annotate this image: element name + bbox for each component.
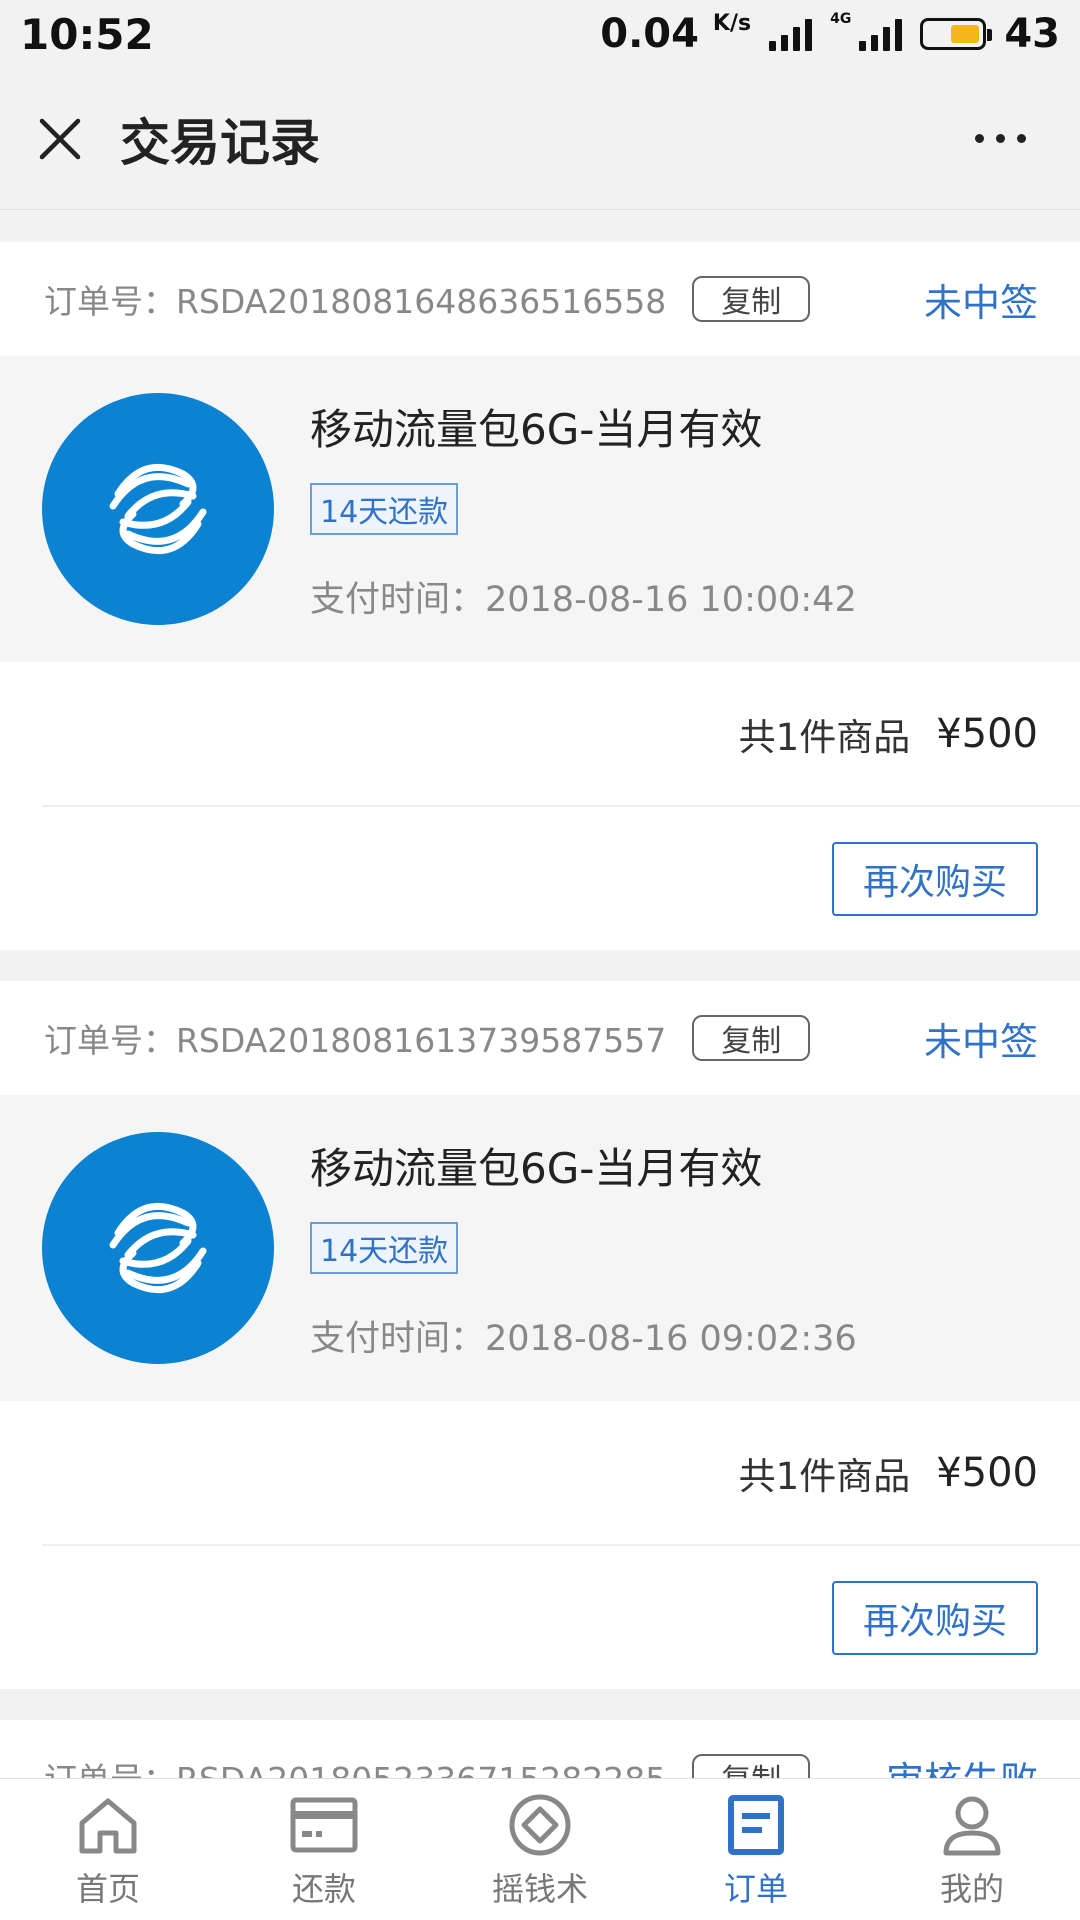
home-icon: [73, 1790, 143, 1860]
order-status: 审核失败: [886, 1750, 1038, 1779]
copy-button[interactable]: 复制: [692, 276, 811, 322]
more-button[interactable]: [960, 99, 1040, 179]
order-status: 未中签: [923, 280, 1038, 325]
close-icon: [39, 118, 81, 159]
order-status: 未中签: [923, 1019, 1038, 1064]
tab-orders[interactable]: 订单: [648, 1779, 864, 1920]
product-name: 移动流量包6G-当月有效: [310, 405, 763, 454]
tab-label: 订单: [723, 1869, 788, 1908]
pay-time: 支付时间：2018-08-16 10:00:42: [310, 580, 857, 620]
network-speed-unit: K/s: [712, 11, 752, 36]
page-title: 交易记录: [120, 113, 320, 172]
order-actions: 再次购买: [0, 807, 1080, 950]
china-mobile-logo-icon: [42, 393, 274, 625]
tab-home[interactable]: 首页: [0, 1779, 216, 1920]
order-icon: [721, 1790, 791, 1860]
copy-button[interactable]: 复制: [692, 1754, 811, 1778]
order-header: 订单号：RSDA2018081648636516558 复制 未中签: [0, 242, 1080, 356]
tab-label: 我的: [939, 1869, 1004, 1908]
order-summary: 共1件商品 ¥500: [42, 662, 1080, 807]
card-icon: [289, 1790, 359, 1860]
repay-tag: 14天还款: [310, 1222, 459, 1274]
tab-mine[interactable]: 我的: [864, 1779, 1080, 1920]
rebuy-button[interactable]: 再次购买: [832, 1580, 1038, 1655]
product-name: 移动流量包6G-当月有效: [310, 1144, 763, 1193]
order-list[interactable]: 订单号：RSDA2018081648636516558 复制 未中签 移动流量包…: [0, 211, 1080, 1778]
network-speed-value: 0.04: [600, 11, 699, 57]
status-bar: 10:52 0.04 K/s 4G 43: [0, 0, 1080, 68]
tab-label: 首页: [75, 1869, 140, 1908]
status-time: 10:52: [20, 9, 154, 59]
coin-icon: [505, 1790, 575, 1860]
order-number: 订单号：RSDA2018081613739587557: [44, 1021, 667, 1060]
order-card: 订单号：RSDA2018052336715282285 复制 审核失败: [0, 1720, 1080, 1778]
order-product[interactable]: 移动流量包6G-当月有效 14天还款 支付时间：2018-08-16 09:02…: [0, 1095, 1080, 1401]
network-type: 4G: [830, 11, 852, 27]
order-number: 订单号：RSDA2018081648636516558: [44, 282, 667, 321]
wifi-signal-icon: [769, 17, 813, 51]
order-summary: 共1件商品 ¥500: [42, 1401, 1080, 1546]
order-price: ¥500: [936, 710, 1038, 757]
close-button[interactable]: [20, 99, 100, 179]
order-actions: 再次购买: [0, 1546, 1080, 1689]
product-info: 移动流量包6G-当月有效 14天还款 支付时间：2018-08-16 10:00…: [310, 396, 857, 622]
order-card: 订单号：RSDA2018081613739587557 复制 未中签 移动流量包…: [0, 981, 1080, 1689]
rebuy-button[interactable]: 再次购买: [832, 841, 1038, 916]
bottom-tab-bar: 首页 还款 摇钱术 订单 我的: [0, 1778, 1080, 1920]
item-count: 共1件商品: [738, 1454, 911, 1498]
nav-header: 交易记录: [0, 68, 1080, 210]
tab-label: 还款: [291, 1869, 356, 1908]
order-card: 订单号：RSDA2018081648636516558 复制 未中签 移动流量包…: [0, 242, 1080, 950]
pay-time: 支付时间：2018-08-16 09:02:36: [310, 1319, 857, 1359]
user-icon: [937, 1790, 1007, 1860]
order-header: 订单号：RSDA2018052336715282285 复制 审核失败: [0, 1720, 1080, 1778]
battery-level: 43: [1004, 11, 1060, 57]
order-header: 订单号：RSDA2018081613739587557 复制 未中签: [0, 981, 1080, 1095]
order-product[interactable]: 移动流量包6G-当月有效 14天还款 支付时间：2018-08-16 10:00…: [0, 356, 1080, 662]
china-mobile-logo-icon: [42, 1132, 274, 1364]
item-count: 共1件商品: [738, 715, 911, 759]
more-icon: [974, 134, 984, 143]
product-info: 移动流量包6G-当月有效 14天还款 支付时间：2018-08-16 09:02…: [310, 1135, 857, 1361]
order-number: 订单号：RSDA2018052336715282285: [44, 1753, 666, 1778]
tab-label: 摇钱术: [491, 1869, 588, 1908]
network-speed: 0.04 K/s: [600, 11, 751, 57]
copy-button[interactable]: 复制: [692, 1015, 811, 1061]
battery-icon: [920, 18, 993, 50]
repay-tag: 14天还款: [310, 483, 459, 535]
order-price: ¥500: [936, 1449, 1038, 1496]
status-indicators: 0.04 K/s 4G 43: [600, 11, 1060, 57]
cell-signal-icon: [859, 17, 903, 51]
tab-money[interactable]: 摇钱术: [432, 1779, 648, 1920]
tab-repay[interactable]: 还款: [216, 1779, 432, 1920]
